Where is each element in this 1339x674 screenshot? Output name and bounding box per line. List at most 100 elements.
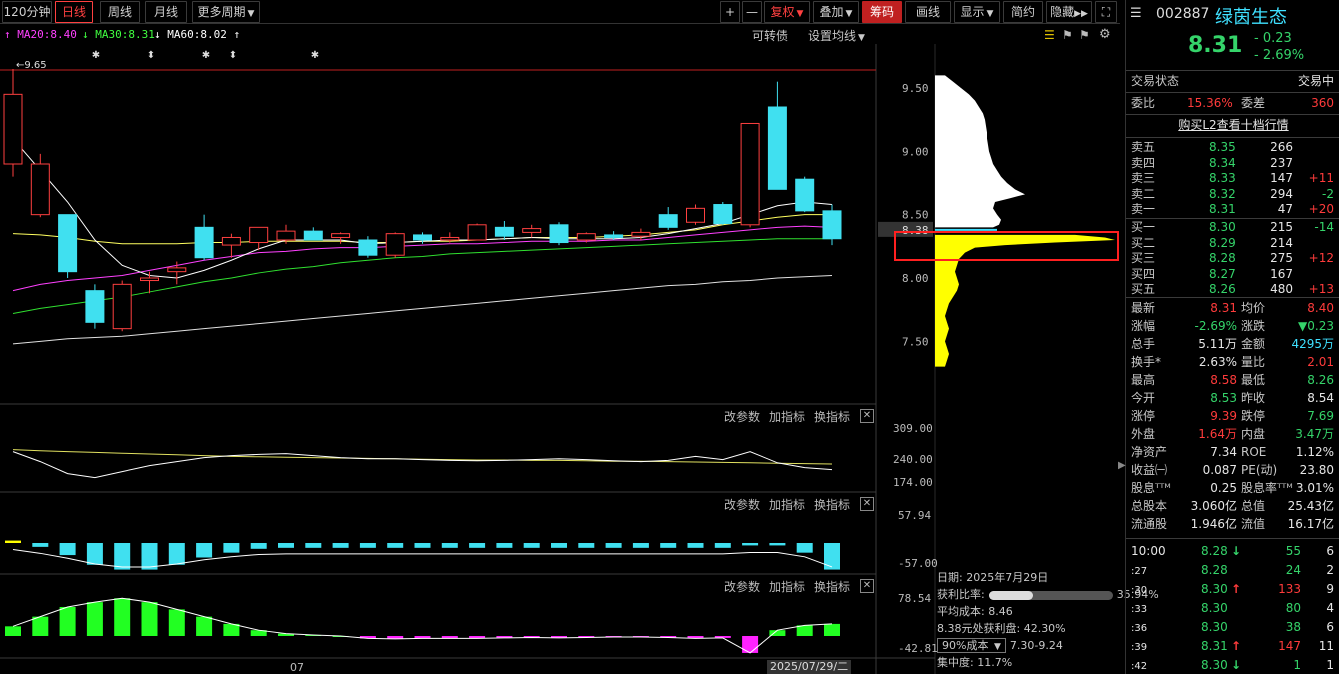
event-marker-icon: ✱ [202,50,210,61]
more-periods-dropdown[interactable]: 更多周期 ▼ [192,1,260,23]
ask-price: 8.33 [1209,171,1236,185]
double-arrow-right-icon: ▶▶ [1074,9,1088,19]
indicator2-bar [632,543,649,548]
chip-flag2-icon[interactable]: ⚑ [1079,28,1090,42]
stat-label: 金额 [1241,337,1266,351]
candle-body [358,239,378,256]
indicator3-bar [824,623,840,636]
candle-body [167,267,187,273]
restore-right-label: 复权 [770,5,795,19]
bid-volume: 215 [1270,220,1293,234]
chips-button[interactable]: 筹码 [862,1,902,23]
menu-icon[interactable]: ☰ [1130,6,1142,21]
tick-count: 4 [1326,601,1334,615]
stat-value: 1.12% [1295,445,1334,459]
bid-volume: 214 [1270,235,1293,250]
tick-count: 11 [1318,639,1334,653]
bid-price: 8.26 [1209,282,1236,296]
stats-row: 流通股 1.946亿 流值 16.17亿 [1131,516,1336,533]
tick-row: :36 8.30 38 6 [1131,619,1336,636]
close-icon[interactable]: ✕ [860,409,874,423]
stat-label: 流通股 [1131,517,1168,531]
close-icon[interactable]: ✕ [860,497,874,511]
add-indicator-button[interactable]: 加指标 [769,496,805,513]
candle-body [740,122,760,226]
stats-row: 股息ᵀᵀᴹ 0.25 股息率ᵀᵀᴹ 3.01% [1131,480,1336,497]
period-weekly-button[interactable]: 周线 [100,1,140,23]
stat-label: 换手* [1131,355,1162,369]
candle-body [658,214,678,228]
switch-indicator-button[interactable]: 换指标 [814,578,850,595]
stat-value: 0.087 [1202,463,1237,477]
indicator-tick-label: 309.00 [893,422,933,435]
close-icon[interactable]: ✕ [860,579,874,593]
indicator2-bar [551,543,567,548]
edit-params-button[interactable]: 改参数 [724,578,760,595]
candle-body [58,214,78,273]
tick-arrow-icon: ↓ [1231,544,1242,558]
fullscreen-button[interactable]: ⛶ [1095,1,1117,23]
tick-volume: 80 [1285,601,1301,615]
period-120min-button[interactable]: 120分钟 [2,1,52,23]
chip-list-icon[interactable]: ☰ [1044,28,1055,42]
set-ma-dropdown[interactable]: 设置均线 ▼ [808,27,865,44]
current-price-tag: 8.38 [902,224,929,237]
overlay-dropdown[interactable]: 叠加 ▼ [813,1,859,23]
draw-line-button[interactable]: 画线 [905,1,951,23]
indicator2-bar [332,543,349,548]
convertible-bond-link[interactable]: 可转债 [752,27,788,44]
ask-price: 8.32 [1209,186,1236,201]
tick-volume: 24 [1285,563,1301,577]
stat-value: 8.58 [1210,373,1237,387]
indicator3-bar [5,626,21,636]
ask-row: 卖三 8.33 147 +11 [1131,171,1336,186]
candle-body [194,226,214,259]
indicator2-bar [5,540,21,543]
candle-body [85,290,105,323]
indicator2-bar [250,543,267,549]
zoom-in-button[interactable]: + [720,1,740,23]
indicator2-bar [523,543,540,548]
switch-indicator-button[interactable]: 换指标 [814,496,850,513]
indicator2-line [12,549,833,568]
candle-body [522,228,542,233]
add-indicator-button[interactable]: 加指标 [769,408,805,425]
indicator-tick-label: 174.00 [893,476,933,489]
add-indicator-button[interactable]: 加指标 [769,578,805,595]
tick-time: :27 [1131,566,1148,577]
collapse-panel-handle[interactable]: ▶ [1118,460,1126,471]
stat-value: 8.31 [1210,301,1237,315]
stats-row: 净资产 7.34 ROE 1.12% [1131,444,1336,461]
hide-button[interactable]: 隐藏▶▶ [1046,1,1092,23]
period-daily-button[interactable]: 日线 [55,1,93,23]
indicator2-bar [714,543,731,548]
stats-row: 最高 8.58 最低 8.26 [1131,372,1336,389]
cost-percent-select[interactable]: 90%成本 ▼ [937,638,1006,653]
x-axis-month-label: 07 [290,661,304,674]
indicator3-bar [168,609,185,636]
weibi-row: 委比 15.36% 委差 360 [1131,96,1334,110]
stat-label: 最低 [1241,373,1266,387]
candle-body [221,236,241,246]
chip-flag-icon[interactable]: ⚑ [1062,28,1073,42]
display-dropdown[interactable]: 显示 ▼ [954,1,1000,23]
indicator2-bar [86,543,103,565]
zoom-out-button[interactable]: — [742,1,762,23]
restore-right-dropdown[interactable]: 复权 ▼ [764,1,810,23]
bid-label: 买二 [1131,235,1156,250]
tick-row: 10:00 8.28 ↓ 55 6 [1131,543,1336,560]
stat-label: 总股本 [1131,499,1168,513]
tick-time: :36 [1131,623,1148,634]
gear-icon[interactable]: ⚙ [1099,27,1111,42]
ma30-legend: ↓ MA30:8.31 [82,28,155,41]
simple-mode-button[interactable]: 简约 [1003,1,1043,23]
event-marker-icon: ✱ [92,50,100,61]
indicator3-bar [196,616,213,636]
edit-params-button[interactable]: 改参数 [724,496,760,513]
period-monthly-button[interactable]: 月线 [145,1,187,23]
buy-l2-link[interactable]: 购买L2查看十档行情 [1131,117,1336,134]
switch-indicator-button[interactable]: 换指标 [814,408,850,425]
stat-value: 0.25 [1210,481,1237,495]
indicator2-bar [824,543,840,570]
edit-params-button[interactable]: 改参数 [724,408,760,425]
